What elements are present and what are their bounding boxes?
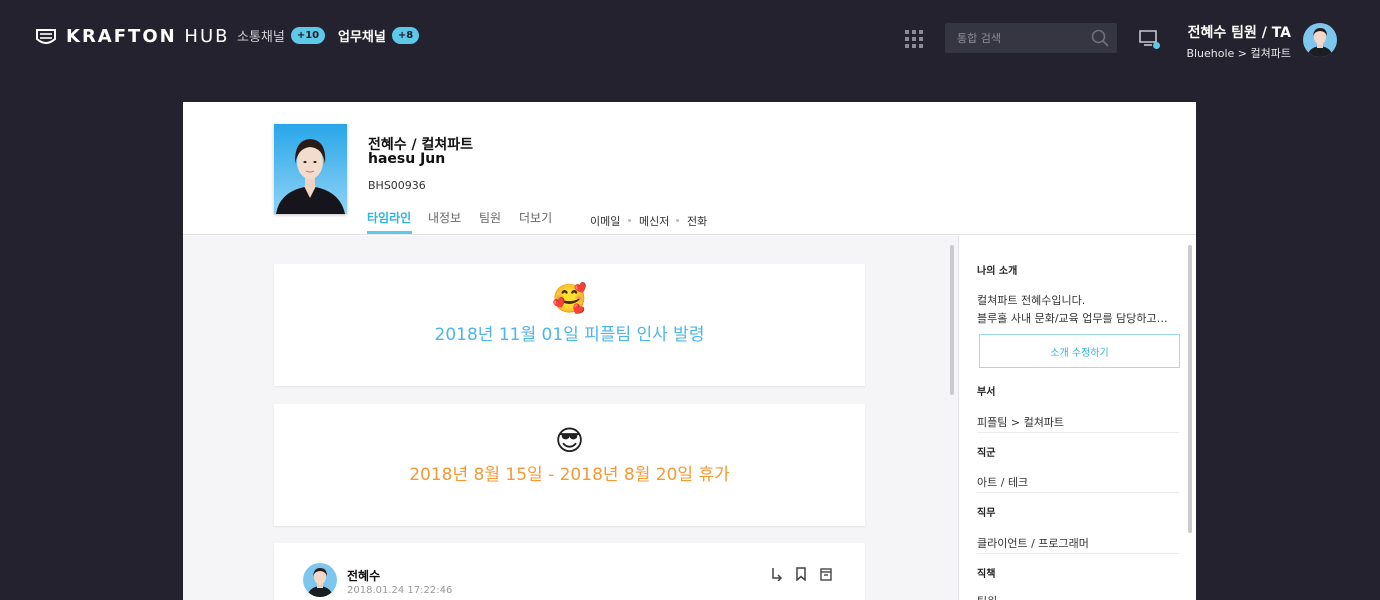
employee-id: BHS00936 — [368, 179, 426, 192]
post-author-name[interactable]: 전혜수 — [347, 567, 380, 584]
field-label-department: 부서 — [977, 387, 996, 398]
profile-card: 전혜수 / 컬쳐파트 haesu Jun BHS00936 타임라인 내정보 팀… — [183, 102, 1196, 600]
profile-header: 전혜수 / 컬쳐파트 haesu Jun BHS00936 타임라인 내정보 팀… — [183, 102, 1196, 241]
intro-line-1: 컬쳐파트 전혜수입니다. — [977, 294, 1086, 307]
active-tab-indicator — [367, 231, 412, 234]
intro-title: 나의 소개 — [977, 266, 1018, 277]
tab-team-members[interactable]: 팀원 — [479, 209, 501, 226]
bookmark-icon[interactable] — [795, 567, 807, 581]
sunglasses-emoji-icon: 😎 — [554, 424, 585, 457]
field-value-job-group: 아트 / 테크 — [977, 476, 1029, 489]
field-label-job-group: 직군 — [977, 448, 996, 459]
channel-communication[interactable]: 소통채널 +10 — [237, 26, 326, 45]
side-panel: 나의 소개 컬쳐파트 전혜수입니다. 블루홀 사내 문화/교육 업무를 담당하고… — [958, 236, 1196, 600]
user-info[interactable]: 전혜수 팀원 / TA Bluehole > 컬쳐파트 — [1186, 22, 1291, 61]
contact-messenger[interactable]: 메신저 — [639, 213, 669, 229]
user-name: 전혜수 팀원 / TA — [1187, 25, 1291, 41]
contact-phone[interactable]: 전화 — [687, 213, 707, 229]
field-label-position: 직책 — [977, 569, 996, 580]
event-card-promotion[interactable]: 🥰 2018년 11월 01일 피플팀 인사 발령 — [274, 264, 865, 386]
tab-timeline[interactable]: 타임라인 — [367, 209, 411, 226]
divider — [977, 553, 1179, 554]
logo-text: KRAFTON HUB — [66, 26, 230, 47]
smiling-hearts-emoji-icon: 🥰 — [552, 282, 587, 315]
profile-photo — [274, 124, 347, 214]
event-text: 2018년 8월 15일 - 2018년 8월 20일 휴가 — [409, 465, 730, 485]
menu-icon[interactable] — [36, 27, 56, 47]
profile-english-name: haesu Jun — [368, 151, 446, 167]
divider — [977, 492, 1179, 493]
archive-icon[interactable] — [820, 567, 832, 581]
edit-intro-button[interactable]: 소개 수정하기 — [979, 334, 1180, 368]
channel-label: 소통채널 — [237, 30, 285, 45]
tab-more[interactable]: 더보기 — [519, 209, 552, 226]
side-panel-scrollbar[interactable] — [1188, 245, 1192, 533]
tab-my-info[interactable]: 내정보 — [428, 209, 461, 226]
contact-email[interactable]: 이메일 — [590, 213, 620, 229]
top-bar: KRAFTON HUB 소통채널 +10 업무채널 +8 전혜수 팀원 / TA… — [0, 0, 1380, 76]
event-card-vacation[interactable]: 😎 2018년 8월 15일 - 2018년 8월 20일 휴가 — [274, 404, 865, 526]
field-value-job: 클라이언트 / 프로그래머 — [977, 537, 1089, 550]
intro-line-2: 블루홀 사내 문화/교육 업무를 담당하고… — [977, 312, 1168, 325]
separator-dot — [628, 219, 631, 222]
channel-label: 업무채널 — [338, 30, 386, 45]
channel-badge: +8 — [391, 27, 420, 44]
field-value-position: 팀원 — [977, 593, 997, 600]
search-input[interactable] — [945, 23, 1085, 53]
post-timestamp: 2018.01.24 17:22:46 — [347, 585, 453, 596]
channel-badge: +10 — [290, 27, 326, 44]
divider — [977, 432, 1179, 433]
search-box[interactable] — [945, 23, 1117, 53]
user-dept: Bluehole > 컬쳐파트 — [1186, 47, 1291, 60]
reply-arrow-icon[interactable] — [771, 567, 783, 581]
post-author-avatar[interactable] — [303, 563, 337, 597]
field-value-department: 피플팀 > 컬쳐파트 — [977, 416, 1065, 429]
notification-dot — [1153, 42, 1160, 49]
field-label-job: 직무 — [977, 508, 996, 519]
krafton-hub-logo[interactable]: KRAFTON HUB — [36, 26, 229, 47]
channel-work[interactable]: 업무채널 +8 — [338, 26, 420, 45]
separator-dot — [676, 219, 679, 222]
event-text: 2018년 11월 01일 피플팀 인사 발령 — [434, 325, 705, 345]
search-icon[interactable] — [1091, 29, 1109, 47]
feed-scrollbar[interactable] — [950, 245, 954, 395]
post-card[interactable]: 전혜수 2018.01.24 17:22:46 — [274, 543, 865, 600]
avatar[interactable] — [1303, 23, 1337, 57]
apps-grid-icon[interactable] — [905, 30, 923, 48]
